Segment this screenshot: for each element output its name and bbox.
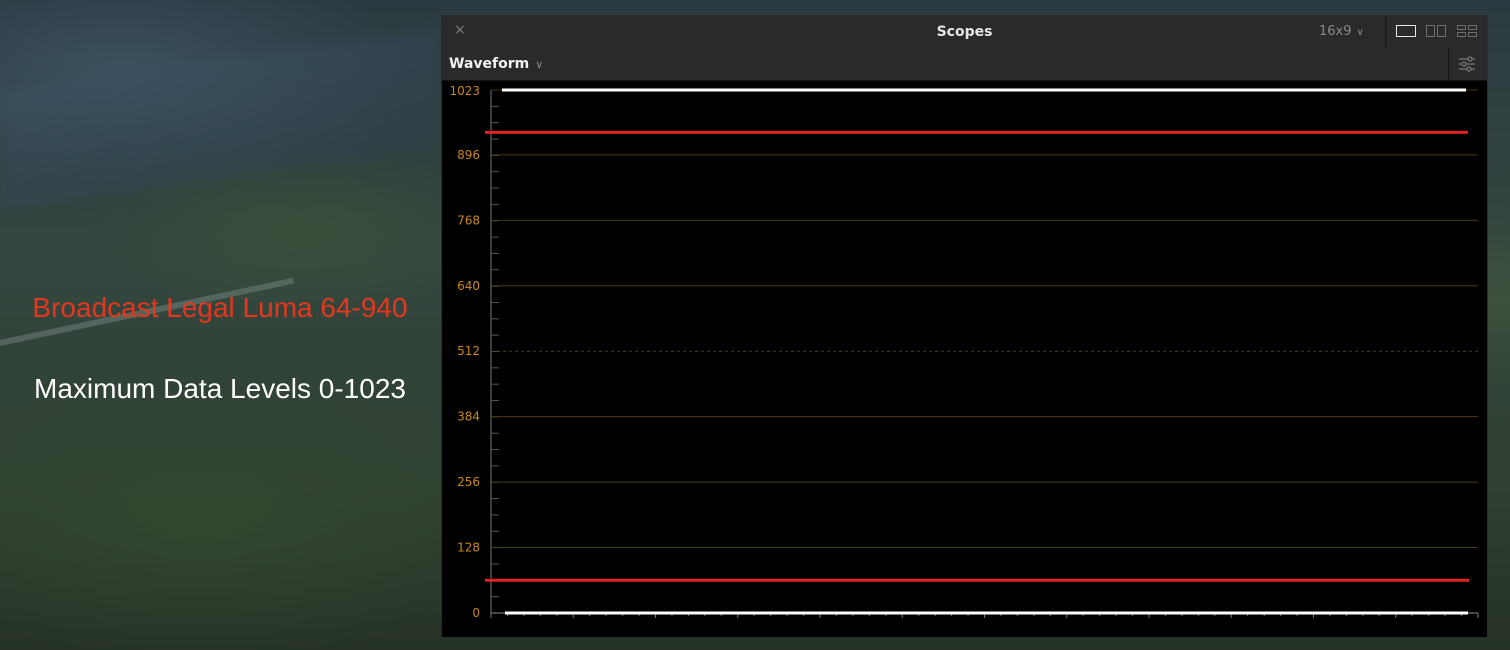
- waveform-scope: 0 128 256 384 512 640 768 896 1023: [442, 81, 1487, 637]
- y-tick-label: 1023: [449, 84, 480, 98]
- y-tick-label: 128: [457, 541, 480, 555]
- y-tick-label: 640: [457, 279, 480, 293]
- scope-type-label: Waveform: [449, 56, 530, 72]
- scopes-titlebar: × Scopes 16x9 ∨: [442, 16, 1487, 49]
- scope-toolbar: Waveform ∨: [442, 48, 1487, 81]
- y-tick-label: 384: [457, 410, 480, 424]
- broadcast-legal-caption: Broadcast Legal Luma 64-940: [32, 292, 408, 323]
- scope-type-dropdown[interactable]: Waveform ∨: [449, 56, 543, 72]
- y-tick-label: 896: [457, 148, 480, 162]
- chevron-down-icon: ∨: [1356, 27, 1364, 38]
- y-tick-label: 768: [457, 213, 480, 227]
- quad-layout-icon[interactable]: [1457, 25, 1477, 38]
- y-tick-label: 0: [472, 606, 480, 620]
- sliders-icon[interactable]: [1458, 56, 1476, 72]
- scopes-panel: × Scopes 16x9 ∨ Waveform ∨ 0 128 256 384 512 64…: [441, 15, 1488, 638]
- chevron-down-icon: ∨: [535, 58, 544, 71]
- single-layout-icon[interactable]: [1396, 25, 1416, 38]
- toolbar-divider: [1448, 48, 1449, 80]
- waveform-graph: 0 128 256 384 512 640 768 896 1023: [449, 84, 1479, 620]
- background-water: [0, 29, 440, 211]
- y-tick-label: 256: [457, 475, 480, 489]
- aspect-ratio-label: 16x9: [1319, 24, 1352, 39]
- titlebar-divider: [1385, 16, 1386, 48]
- max-data-levels-caption: Maximum Data Levels 0-1023: [34, 373, 406, 404]
- dual-layout-icon[interactable]: [1426, 25, 1446, 38]
- y-tick-label: 512: [457, 344, 480, 358]
- aspect-ratio-dropdown[interactable]: 16x9 ∨: [1319, 24, 1364, 39]
